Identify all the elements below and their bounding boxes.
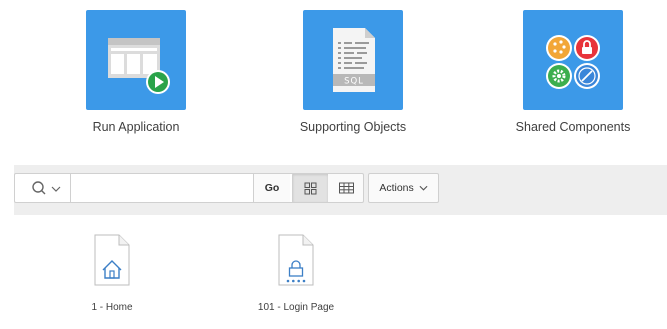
page-item-home[interactable] [94,234,130,291]
page-label-home[interactable]: 1 - Home [52,302,172,313]
shared-components-icon [546,35,600,89]
supporting-objects-label[interactable]: Supporting Objects [273,120,433,134]
supporting-objects-tile[interactable]: SQL [303,10,403,110]
actions-menu-button[interactable]: Actions [368,173,439,203]
page-label-login[interactable]: 101 - Login Page [236,302,356,313]
lock-icon [574,35,600,61]
chevron-down-icon [51,186,61,192]
grid-icon [304,182,317,195]
home-page-icon [94,234,130,286]
search-scope-dropdown[interactable] [15,174,71,202]
go-button[interactable]: Go [253,174,290,202]
search-icon [32,181,46,195]
report-view-button[interactable] [329,174,364,202]
search-box: Go [14,173,304,203]
palette-icon [546,35,572,61]
run-application-label[interactable]: Run Application [56,120,216,134]
table-icon [339,182,354,194]
view-toggle [292,173,364,203]
run-application-icon [108,38,170,94]
sql-badge: SQL [344,77,364,87]
shared-components-label[interactable]: Shared Components [493,120,653,134]
search-input[interactable] [72,174,252,202]
compass-icon [574,63,600,89]
icon-view-button[interactable] [293,174,328,202]
gear-icon [546,63,572,89]
actions-label: Actions [379,182,414,195]
supporting-objects-icon: SQL [333,28,375,92]
search-toolbar: Go Actions [14,165,667,215]
shared-components-tile[interactable] [523,10,623,110]
login-page-icon [278,234,314,286]
run-application-tile[interactable] [86,10,186,110]
page-item-login[interactable] [278,234,314,291]
chevron-down-icon [419,186,428,191]
